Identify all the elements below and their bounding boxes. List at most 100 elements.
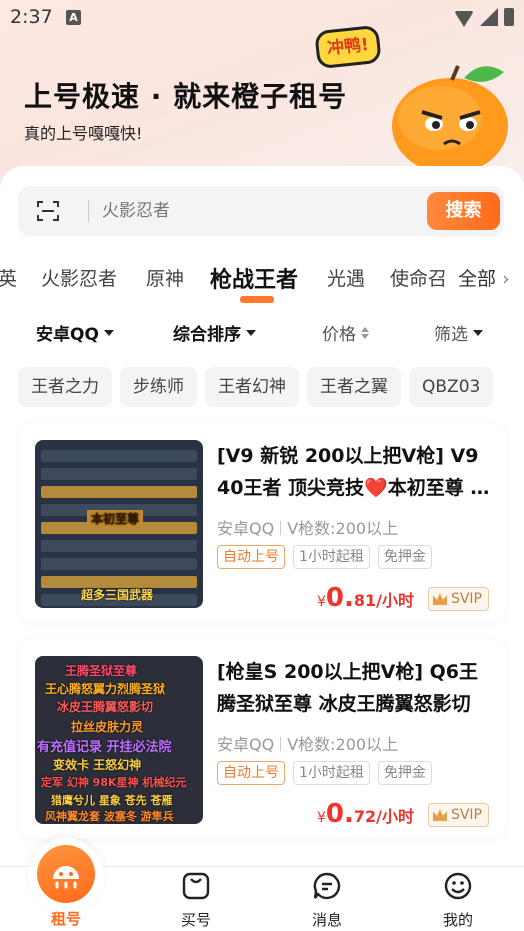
sort-arrows-icon <box>361 326 369 339</box>
battery-icon <box>504 8 514 26</box>
nav-buy[interactable]: 买号 <box>136 867 256 930</box>
rent-home-icon <box>53 866 79 889</box>
screen-filter[interactable]: 筛选 <box>434 320 483 345</box>
listing-tags: 自动上号 1小时起租 免押金 <box>217 545 432 569</box>
tab-game-5[interactable]: 使命召 <box>390 264 447 291</box>
nav-profile[interactable]: 我的 <box>398 867 518 930</box>
chip[interactable]: 王者之翼 <box>307 367 401 407</box>
svip-label: SVIP <box>450 807 482 823</box>
sort-filter[interactable]: 综合排序 <box>173 320 256 345</box>
tab-game-4[interactable]: 光遇 <box>327 264 365 291</box>
nav-messages[interactable]: 消息 <box>267 867 387 930</box>
caret-down-icon <box>473 329 483 336</box>
filter-bar: 安卓QQ 综合排序 价格 筛选 <box>0 318 524 348</box>
status-bar: 2:37 A <box>0 0 524 34</box>
caret-down-icon <box>246 329 256 336</box>
chip[interactable]: 王者幻神 <box>205 367 299 407</box>
hero-subline: 真的上号嘎嘎快! <box>24 124 143 143</box>
bag-icon <box>182 872 210 900</box>
search-button[interactable]: 搜索 <box>427 192 500 230</box>
listing-tags: 自动上号 1小时起租 免押金 <box>217 761 432 785</box>
svip-badge: SVIP <box>427 803 489 827</box>
listing-platform: 安卓QQ <box>217 735 275 754</box>
listing-tag: 自动上号 <box>217 761 285 785</box>
sort-filter-label: 综合排序 <box>173 325 241 345</box>
tag-chips: 王者之力 步练师 王者幻神 王者之翼 QBZ03 <box>18 367 524 407</box>
tab-all-button[interactable]: 全部 › <box>450 260 524 300</box>
thumb-label: 超多三国武器 <box>81 588 154 602</box>
chevron-right-icon: › <box>502 268 510 290</box>
notification-icon: A <box>66 10 81 25</box>
thumb-label: 王腾圣狱至尊 <box>65 664 138 678</box>
listing-platform: 安卓QQ <box>217 519 275 538</box>
tab-all-label: 全部 <box>458 268 497 290</box>
svip-badge: SVIP <box>427 587 489 611</box>
thumb-label: 冰皮王腾翼怒影切 <box>57 700 154 714</box>
thumb-label: 拉丝皮肤力灵 <box>71 720 144 734</box>
price-filter[interactable]: 价格 <box>322 320 369 345</box>
listing-card[interactable]: 王腾圣狱至尊 王心腾怒翼力烈腾圣狱 冰皮王腾翼怒影切 拉丝皮肤力灵 有充值记录 … <box>18 639 506 839</box>
price-int: 0. <box>325 799 354 829</box>
price-symbol: ¥ <box>316 810 326 826</box>
tab-game-2[interactable]: 原神 <box>146 264 184 291</box>
listing-card[interactable]: 本初至尊 超多三国武器 [V9 新锐 200以上把V枪] V9 40王者 顶尖竞… <box>18 423 506 623</box>
listing-stat: V枪数:200以上 <box>287 735 399 754</box>
game-tabs: 英 火影忍者 原神 枪战王者 光遇 使命召 <box>0 260 524 300</box>
listing-meta: 安卓QQ V枪数:200以上 <box>217 731 398 755</box>
platform-filter[interactable]: 安卓QQ <box>36 320 114 345</box>
price-filter-label: 价格 <box>322 325 356 345</box>
chip[interactable]: 王者之力 <box>18 367 112 407</box>
tab-game-1[interactable]: 火影忍者 <box>41 264 117 291</box>
price-dec: 81 <box>353 591 377 610</box>
hero-headline: 上号极速 · 就来橙子租号 <box>24 80 348 113</box>
listing-tag: 1小时起租 <box>293 545 370 569</box>
listing-meta: 安卓QQ V枪数:200以上 <box>217 515 398 539</box>
thumb-label: 猎鹰兮儿 星象 苍先 苍雁 <box>51 794 173 807</box>
nav-rent[interactable] <box>37 845 95 903</box>
listing-tag: 免押金 <box>377 761 432 785</box>
listing-thumbnail: 王腾圣狱至尊 王心腾怒翼力烈腾圣狱 冰皮王腾翼怒影切 拉丝皮肤力灵 有充值记录 … <box>35 656 203 824</box>
signal-icon <box>480 8 498 26</box>
thumb-label: 本初至尊 <box>87 510 144 527</box>
price-unit: /小时 <box>376 591 414 610</box>
tab-game-3[interactable]: 枪战王者 <box>210 262 298 294</box>
listing-price: ¥0. 81/小时 <box>317 583 414 613</box>
thumb-label: 王心腾怒翼力烈腾圣狱 <box>45 682 166 696</box>
listing-title: [V9 新锐 200以上把V枪] V9 40王者 顶尖竞技❤️本初至尊 超多三国… <box>217 445 490 499</box>
search-divider <box>88 200 89 222</box>
thumb-label: 变效卡 王怒幻神 <box>53 758 142 772</box>
nav-profile-label: 我的 <box>442 911 473 929</box>
wifi-icon <box>454 11 474 27</box>
listing-tag: 免押金 <box>377 545 432 569</box>
crown-icon <box>432 809 447 821</box>
screen-filter-label: 筛选 <box>434 325 468 345</box>
caret-down-icon <box>103 329 114 336</box>
chip[interactable]: QBZ03 <box>409 367 494 407</box>
listing-tag: 1小时起租 <box>293 761 370 785</box>
price-dec: 72 <box>353 807 377 826</box>
hero-badge: 冲鸭! <box>314 24 382 70</box>
active-tab-indicator <box>240 296 274 303</box>
status-time: 2:37 <box>10 6 53 28</box>
thumb-label: 有充值记录 开挂必法院 <box>37 740 172 755</box>
price-symbol: ¥ <box>316 594 326 610</box>
nav-messages-label: 消息 <box>311 911 342 929</box>
search-input[interactable] <box>102 198 422 224</box>
scan-icon[interactable] <box>36 199 60 223</box>
nav-buy-label: 买号 <box>180 911 211 929</box>
listing-stat: V枪数:200以上 <box>287 519 399 538</box>
price-int: 0. <box>325 583 354 613</box>
orange-mascot-icon <box>392 65 508 168</box>
thumb-label: 风神翼龙套 波塞冬 游隼兵 <box>45 810 174 823</box>
tab-game-0[interactable]: 英 <box>0 264 17 291</box>
chip[interactable]: 步练师 <box>120 367 197 407</box>
platform-filter-label: 安卓QQ <box>36 325 99 345</box>
search-bar: 搜索 <box>18 186 504 236</box>
smile-icon <box>444 872 472 900</box>
crown-icon <box>432 593 447 605</box>
listing-tag: 自动上号 <box>217 545 285 569</box>
thumb-label: 定军 幻神 98K星神 机械纪元 <box>41 776 187 789</box>
nav-rent-label: 租号 <box>50 910 81 928</box>
listing-price: ¥0. 72/小时 <box>317 799 414 829</box>
listing-thumbnail: 本初至尊 超多三国武器 <box>35 440 203 608</box>
